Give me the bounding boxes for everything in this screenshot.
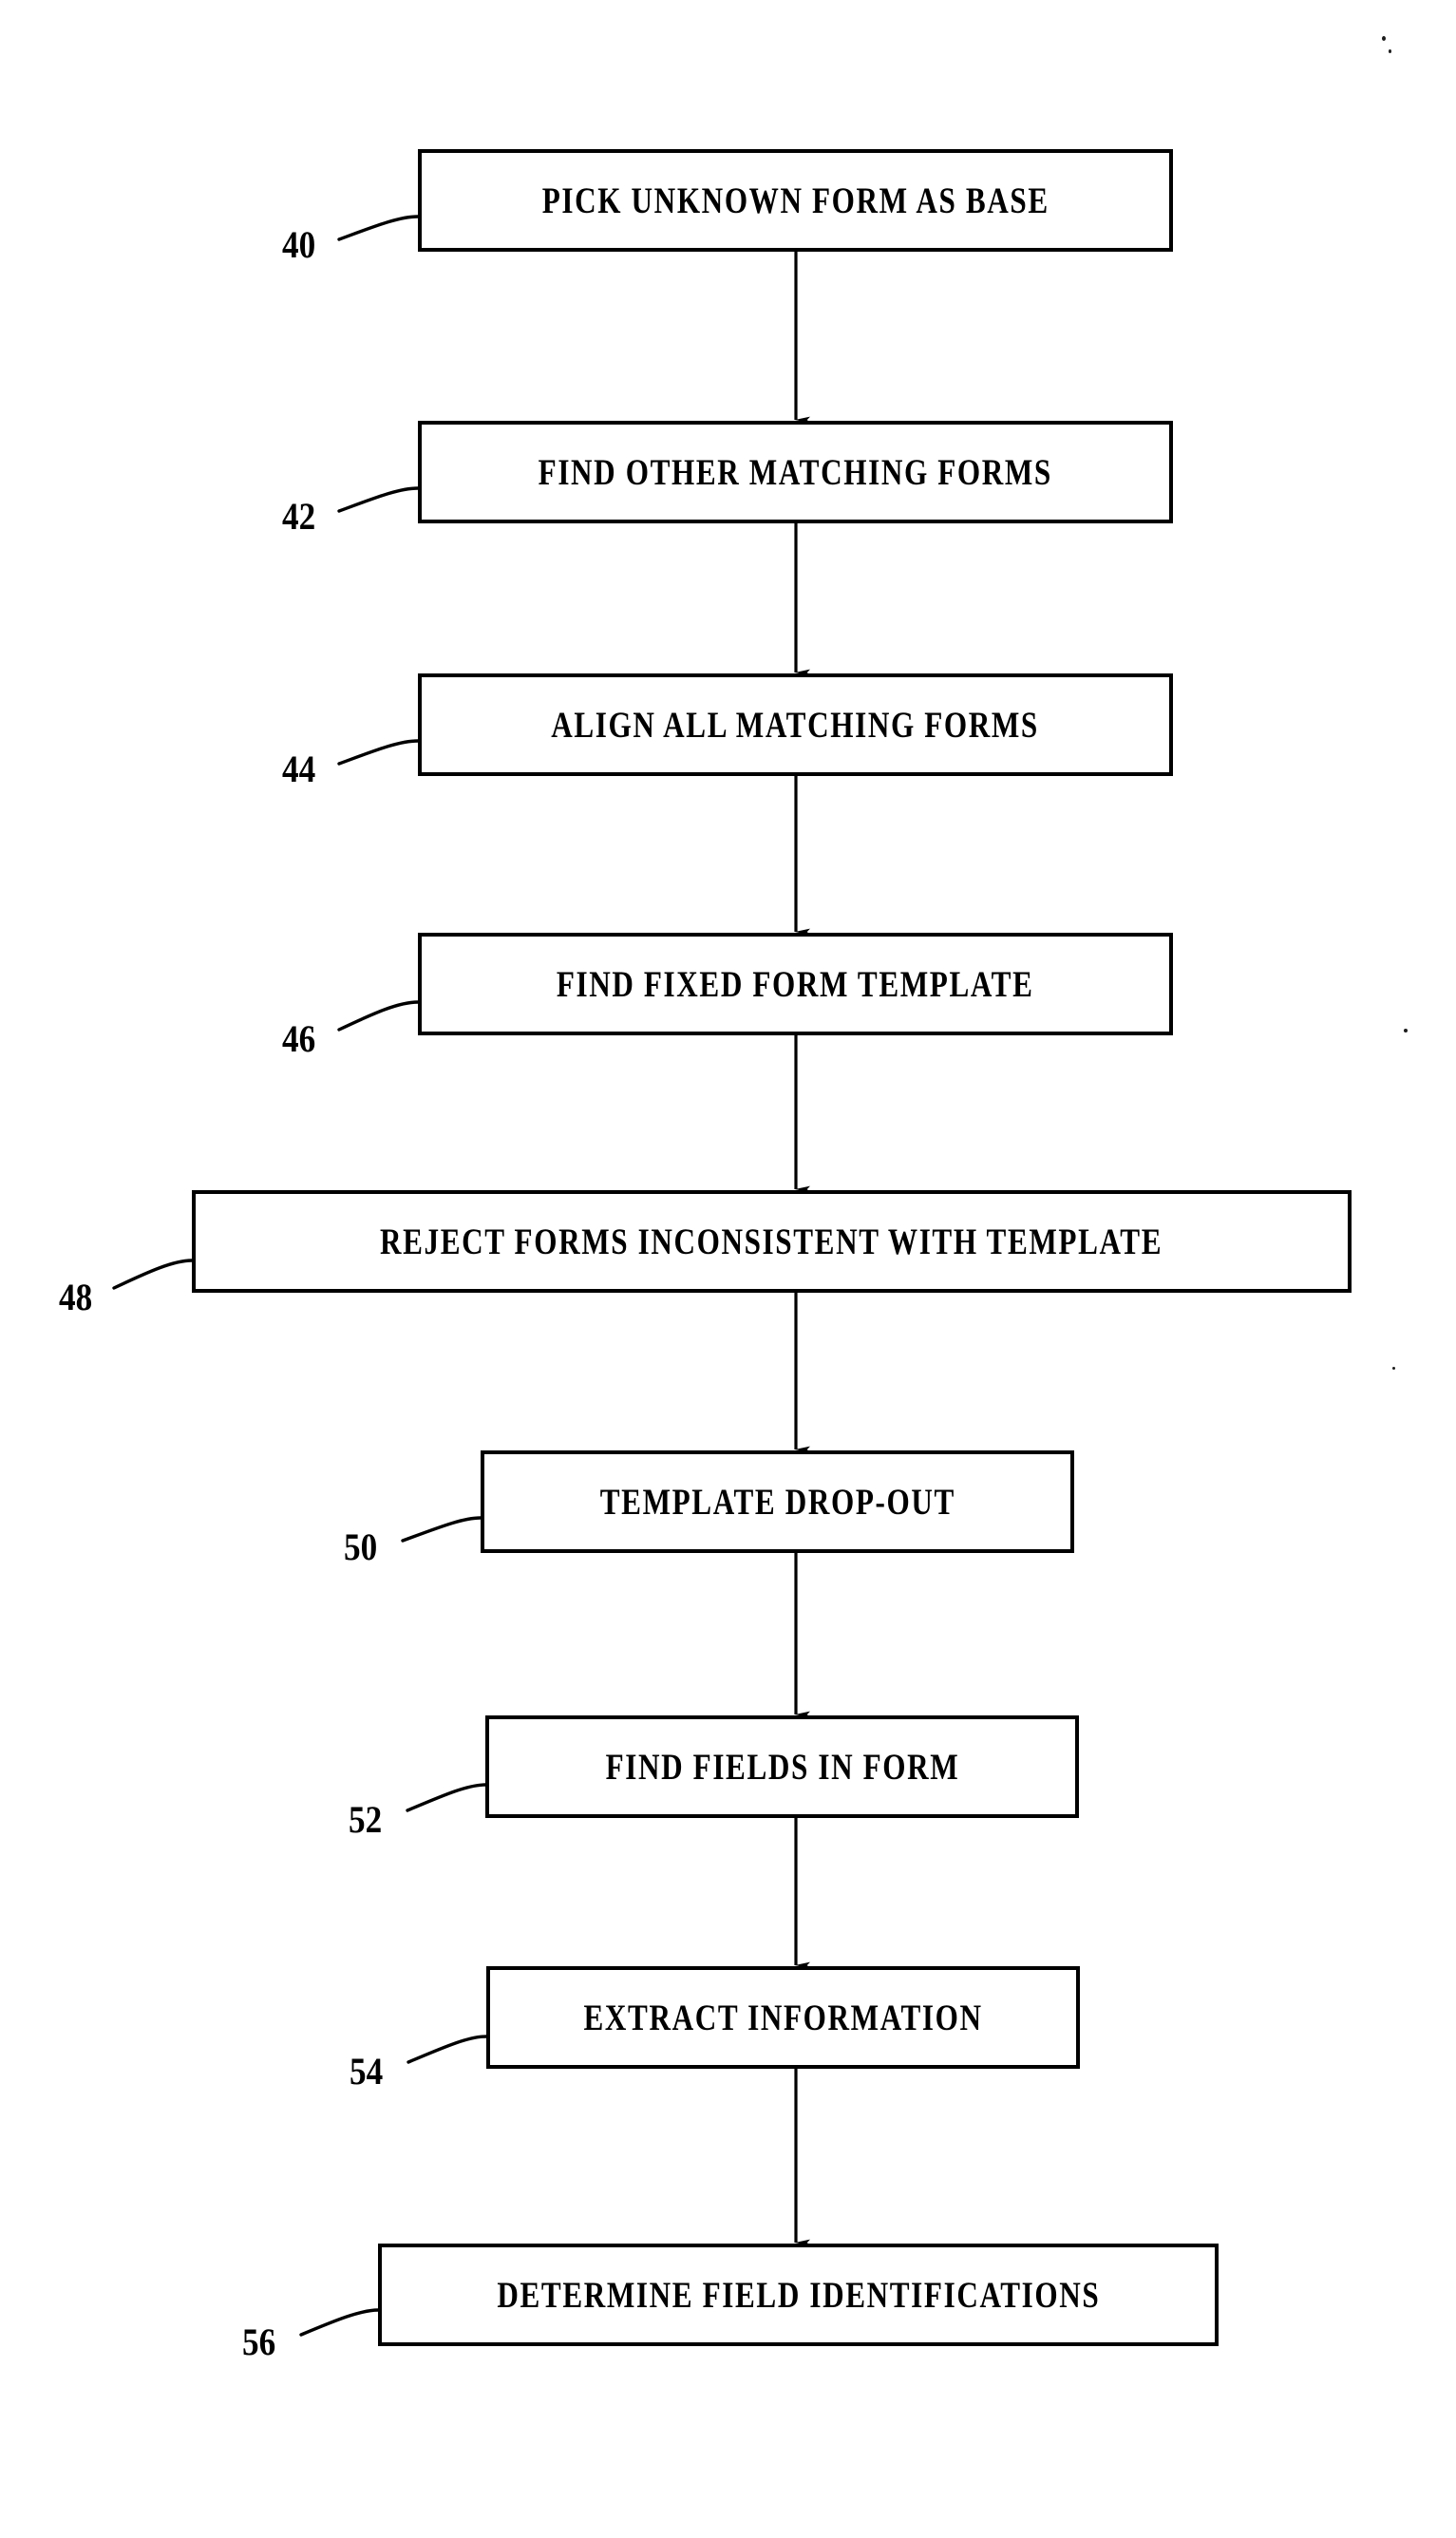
leader-line-56	[299, 2308, 380, 2337]
reference-numeral-54: 54	[350, 2050, 384, 2093]
reference-numeral-40: 40	[282, 223, 316, 266]
process-box-label: EXTRACT INFORMATION	[583, 1997, 983, 2038]
scan-speck	[1382, 36, 1386, 41]
reference-numeral-44: 44	[282, 748, 316, 790]
process-box-54: EXTRACT INFORMATION	[486, 1966, 1080, 2069]
process-box-48: REJECT FORMS INCONSISTENT WITH TEMPLATE	[192, 1190, 1352, 1293]
process-box-40: PICK UNKNOWN FORM AS BASE	[418, 149, 1173, 252]
reference-numeral-56: 56	[242, 2320, 276, 2363]
process-box-42: FIND OTHER MATCHING FORMS	[418, 421, 1173, 523]
process-box-label: DETERMINE FIELD IDENTIFICATIONS	[497, 2274, 1100, 2316]
process-box-label: FIND OTHER MATCHING FORMS	[538, 451, 1053, 493]
process-box-label: REJECT FORMS INCONSISTENT WITH TEMPLATE	[380, 1221, 1163, 1262]
process-box-label: FIND FIXED FORM TEMPLATE	[557, 963, 1034, 1005]
process-box-56: DETERMINE FIELD IDENTIFICATIONS	[378, 2244, 1219, 2346]
leader-line-48	[112, 1259, 194, 1290]
scan-speck	[1404, 1029, 1408, 1032]
reference-numeral-46: 46	[282, 1017, 316, 1060]
process-box-52: FIND FIELDS IN FORM	[485, 1715, 1079, 1818]
leader-line-54	[407, 2035, 488, 2064]
leader-line-42	[337, 486, 420, 513]
reference-numeral-48: 48	[59, 1276, 93, 1318]
leader-line-40	[337, 215, 420, 241]
patent-flowchart-figure: PICK UNKNOWN FORM AS BASE FIND OTHER MATC…	[0, 0, 1456, 2538]
process-box-label: TEMPLATE DROP-OUT	[599, 1481, 955, 1523]
leader-line-52	[406, 1783, 487, 1812]
process-box-46: FIND FIXED FORM TEMPLATE	[418, 933, 1173, 1035]
reference-numeral-52: 52	[349, 1798, 383, 1841]
reference-numeral-50: 50	[344, 1525, 378, 1568]
scan-speck	[1392, 1367, 1395, 1370]
process-box-44: ALIGN ALL MATCHING FORMS	[418, 673, 1173, 776]
process-box-label: FIND FIELDS IN FORM	[605, 1746, 959, 1788]
process-box-50: TEMPLATE DROP-OUT	[481, 1450, 1074, 1553]
leader-line-44	[337, 739, 420, 766]
reference-numeral-42: 42	[282, 495, 316, 538]
process-box-label: PICK UNKNOWN FORM AS BASE	[541, 180, 1049, 221]
leader-line-50	[401, 1516, 482, 1543]
leader-line-46	[337, 1000, 420, 1032]
process-box-label: ALIGN ALL MATCHING FORMS	[551, 704, 1040, 746]
scan-speck	[1389, 49, 1391, 53]
